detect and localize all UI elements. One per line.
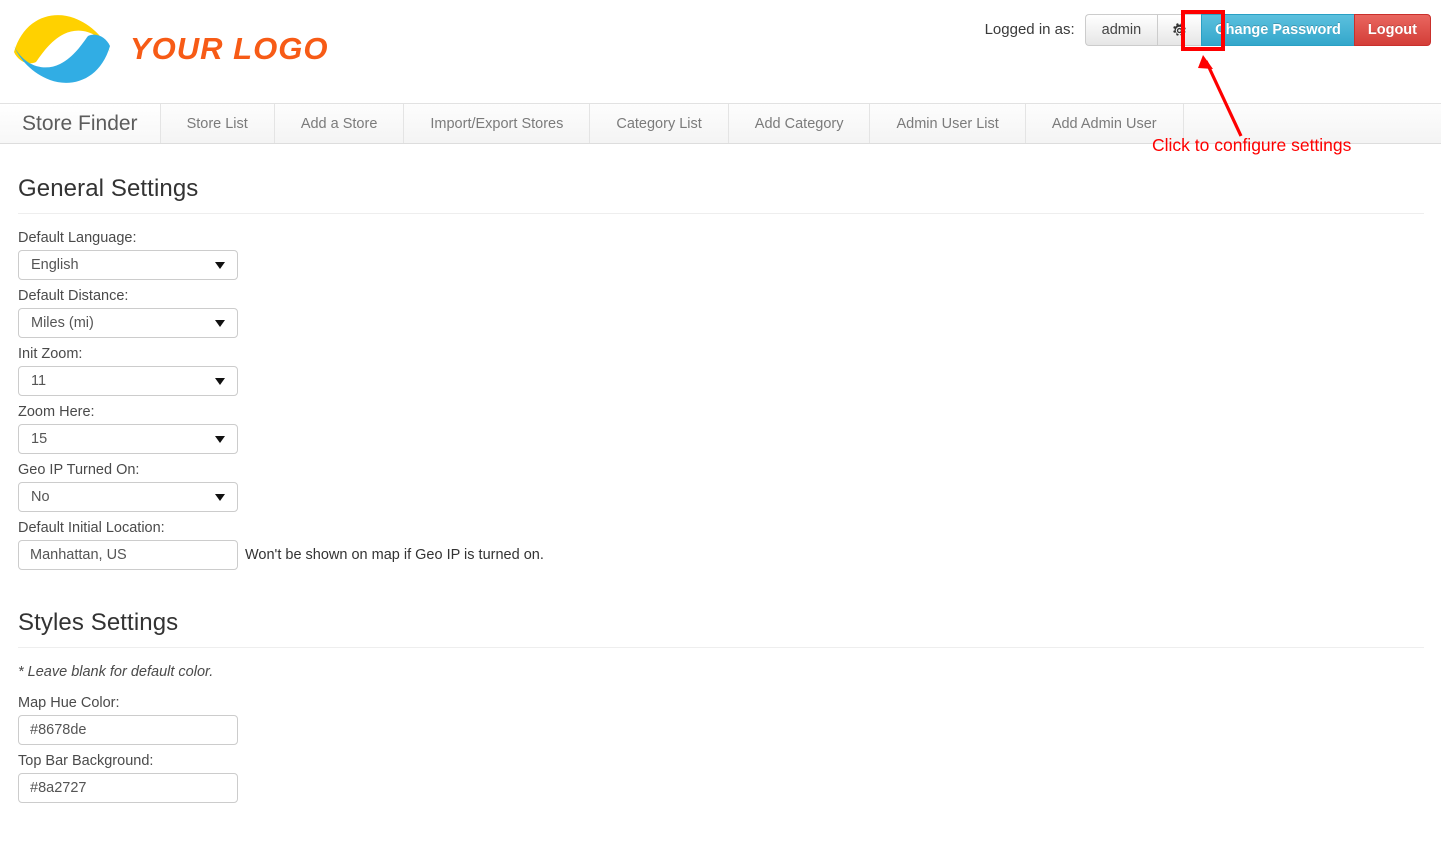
field-default-language: Default Language: English	[18, 230, 1423, 280]
field-default-initial-location: Default Initial Location: Won't be shown…	[18, 520, 1423, 570]
styles-settings-title: Styles Settings	[18, 609, 179, 636]
settings-gear-button[interactable]	[1157, 14, 1202, 46]
logout-button[interactable]: Logout	[1353, 14, 1431, 46]
field-label: Top Bar Background:	[18, 753, 154, 769]
select-value: Miles (mi)	[31, 315, 94, 331]
general-settings-divider	[18, 213, 1424, 214]
map-hue-color-input[interactable]	[18, 715, 238, 745]
field-label: Zoom Here:	[18, 404, 95, 420]
field-label: Geo IP Turned On:	[18, 462, 140, 478]
annotation-label: Click to configure settings	[1152, 135, 1352, 155]
field-top-bar-background: Top Bar Background:	[18, 753, 1423, 803]
field-label: Default Distance:	[18, 288, 129, 304]
field-label: Init Zoom:	[18, 346, 83, 362]
field-label: Default Initial Location:	[18, 520, 165, 536]
nav-item-import-export-stores[interactable]: Import/Export Stores	[404, 104, 591, 143]
geo-ip-turned-on-select[interactable]: No	[18, 482, 238, 512]
default-distance-select[interactable]: Miles (mi)	[18, 308, 238, 338]
field-geo-ip-turned-on: Geo IP Turned On: No	[18, 462, 1423, 512]
logo-text: YOUR LOGO	[130, 31, 329, 66]
zoom-here-select[interactable]: 15	[18, 424, 238, 454]
select-value: No	[31, 489, 50, 505]
init-zoom-select[interactable]: 11	[18, 366, 238, 396]
field-init-zoom: Init Zoom: 11	[18, 346, 1423, 396]
default-language-select[interactable]: English	[18, 250, 238, 280]
nav-item-admin-user-list[interactable]: Admin User List	[870, 104, 1026, 143]
field-default-distance: Default Distance: Miles (mi)	[18, 288, 1423, 338]
chevron-down-icon	[215, 319, 225, 327]
default-initial-location-help: Won't be shown on map if Geo IP is turne…	[245, 547, 544, 563]
select-value: English	[31, 257, 79, 273]
default-initial-location-input[interactable]	[18, 540, 238, 570]
account-button-group: admin Change Password Logout	[1084, 14, 1431, 46]
chevron-down-icon	[215, 377, 225, 385]
chevron-down-icon	[215, 493, 225, 501]
select-value: 15	[31, 431, 48, 447]
select-value: 11	[31, 373, 47, 389]
wave-swoosh-logo-icon	[14, 15, 110, 83]
logged-in-label: Logged in as:	[984, 21, 1075, 38]
top-bar-background-input[interactable]	[18, 773, 238, 803]
nav-item-store-list[interactable]: Store List	[161, 104, 275, 143]
field-row: Won't be shown on map if Geo IP is turne…	[18, 540, 1423, 570]
nav-item-add-a-store[interactable]: Add a Store	[275, 104, 405, 143]
styles-settings-note: * Leave blank for default color.	[18, 664, 214, 680]
field-label: Map Hue Color:	[18, 695, 120, 711]
field-zoom-here: Zoom Here: 15	[18, 404, 1423, 454]
page-header: YOUR LOGO Logged in as: admin Change Pas…	[0, 0, 1441, 103]
account-bar: Logged in as: admin Change Password Logo…	[985, 14, 1431, 46]
styles-settings-divider	[18, 647, 1424, 648]
chevron-down-icon	[215, 435, 225, 443]
site-logo[interactable]: YOUR LOGO	[8, 8, 328, 90]
nav-brand-store-finder[interactable]: Store Finder	[0, 104, 161, 143]
field-map-hue-color: Map Hue Color:	[18, 695, 1423, 745]
nav-item-add-category[interactable]: Add Category	[729, 104, 871, 143]
field-label: Default Language:	[18, 230, 137, 246]
gear-icon	[1173, 22, 1186, 36]
change-password-button[interactable]: Change Password	[1201, 14, 1354, 46]
username-button[interactable]: admin	[1084, 14, 1158, 46]
nav-item-category-list[interactable]: Category List	[590, 104, 729, 143]
settings-content: General Settings Default Language: Engli…	[0, 144, 1441, 803]
page-root: YOUR LOGO Logged in as: admin Change Pas…	[0, 0, 1441, 855]
chevron-down-icon	[215, 261, 225, 269]
